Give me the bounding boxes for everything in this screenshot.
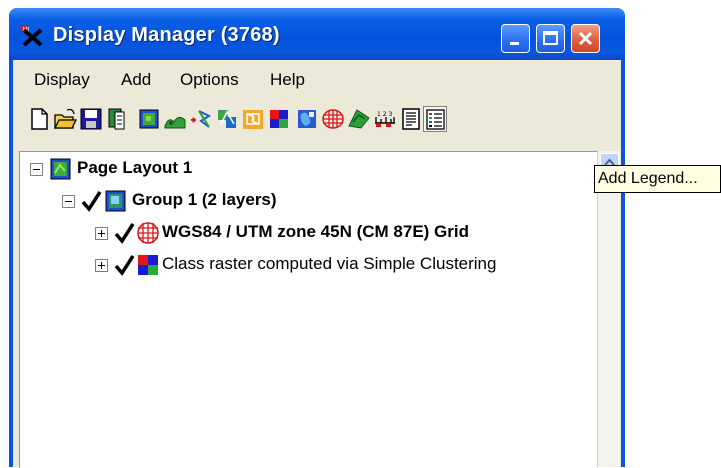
add-region-icon xyxy=(298,110,316,128)
print-icon xyxy=(108,108,125,130)
new-icon xyxy=(31,108,48,130)
save-button[interactable] xyxy=(79,106,103,132)
tree-label-page-layout: Page Layout 1 xyxy=(77,158,193,177)
group-icon xyxy=(105,190,126,212)
menu-add[interactable]: Add xyxy=(121,70,151,90)
title-bar[interactable]: MI Display Manager (3768) xyxy=(9,8,625,60)
add-text-icon xyxy=(402,108,420,130)
add-text-button[interactable] xyxy=(399,106,423,132)
add-rgb-icon xyxy=(270,110,288,128)
add-scale-bar-icon: 1 2 3 xyxy=(375,111,395,127)
collapse-icon[interactable] xyxy=(62,195,75,208)
close-button[interactable] xyxy=(571,24,600,53)
window-client-area: Display Add Options Help 1 2 3 Page Layo… xyxy=(13,60,621,468)
checkmark-icon[interactable] xyxy=(113,222,135,244)
collapse-icon[interactable] xyxy=(30,163,43,176)
tree-node-group[interactable]: Group 1 (2 layers) xyxy=(24,188,364,216)
minimize-button[interactable] xyxy=(501,24,530,53)
display-manager-app-icon: MI xyxy=(22,26,43,47)
add-raster-button[interactable] xyxy=(137,106,161,132)
checkmark-icon[interactable] xyxy=(80,190,102,212)
vertical-scrollbar[interactable] xyxy=(597,151,620,467)
add-tin-button[interactable] xyxy=(241,106,265,132)
tooltip: Add Legend... xyxy=(594,165,721,193)
add-grid-icon xyxy=(322,109,344,129)
menu-bar: Display Add Options Help xyxy=(13,60,621,98)
add-database-icon xyxy=(348,109,370,129)
add-database-button[interactable] xyxy=(347,106,371,132)
new-button[interactable] xyxy=(27,106,51,132)
print-button[interactable] xyxy=(105,106,129,132)
menu-display[interactable]: Display xyxy=(34,70,90,90)
add-vector-icon xyxy=(164,116,186,129)
tree-label-raster-layer: Class raster computed via Simple Cluster… xyxy=(162,254,497,273)
add-grid-button[interactable] xyxy=(321,106,345,132)
expand-icon[interactable] xyxy=(95,227,108,240)
checkmark-icon[interactable] xyxy=(113,254,135,276)
add-scale-bar-button[interactable]: 1 2 3 xyxy=(373,106,397,132)
maximize-button[interactable] xyxy=(536,24,565,53)
add-tin-icon xyxy=(243,110,263,129)
tree-label-grid-layer: WGS84 / UTM zone 45N (CM 87E) Grid xyxy=(162,222,469,241)
add-region-button[interactable] xyxy=(295,106,319,132)
add-cad-button[interactable] xyxy=(189,106,213,132)
raster-layer-icon xyxy=(138,255,158,275)
svg-text:1 2 3: 1 2 3 xyxy=(377,111,392,118)
add-shape-icon xyxy=(218,110,236,128)
tree-node-layer[interactable]: Class raster computed via Simple Cluster… xyxy=(24,252,564,280)
save-icon xyxy=(80,108,102,130)
tree-node-page-layout[interactable]: Page Layout 1 xyxy=(24,156,324,184)
minimize-icon xyxy=(510,42,519,45)
open-button[interactable] xyxy=(53,106,77,132)
close-icon xyxy=(578,31,593,46)
add-shape-button[interactable] xyxy=(215,106,239,132)
add-legend-icon xyxy=(426,109,445,130)
tree-node-layer[interactable]: WGS84 / UTM zone 45N (CM 87E) Grid xyxy=(24,220,564,248)
display-manager-window: MI Display Manager (3768) Display Add Op… xyxy=(9,8,625,468)
expand-icon[interactable] xyxy=(95,259,108,272)
add-cad-icon xyxy=(191,110,212,128)
layer-tree[interactable]: Page Layout 1 Group 1 (2 layers) WGS84 /… xyxy=(19,151,598,468)
menu-help[interactable]: Help xyxy=(270,70,305,90)
add-rgb-button[interactable] xyxy=(267,106,291,132)
menu-options[interactable]: Options xyxy=(180,70,239,90)
page-layout-icon xyxy=(50,158,71,180)
add-vector-button[interactable] xyxy=(163,106,187,132)
window-title: Display Manager (3768) xyxy=(53,24,280,46)
toolbar: 1 2 3 xyxy=(13,100,621,140)
add-raster-icon xyxy=(139,109,159,129)
maximize-icon xyxy=(543,31,558,45)
tree-label-group: Group 1 (2 layers) xyxy=(132,190,277,209)
grid-layer-icon xyxy=(137,222,159,244)
add-legend-button[interactable] xyxy=(423,106,447,132)
open-icon xyxy=(53,108,77,129)
